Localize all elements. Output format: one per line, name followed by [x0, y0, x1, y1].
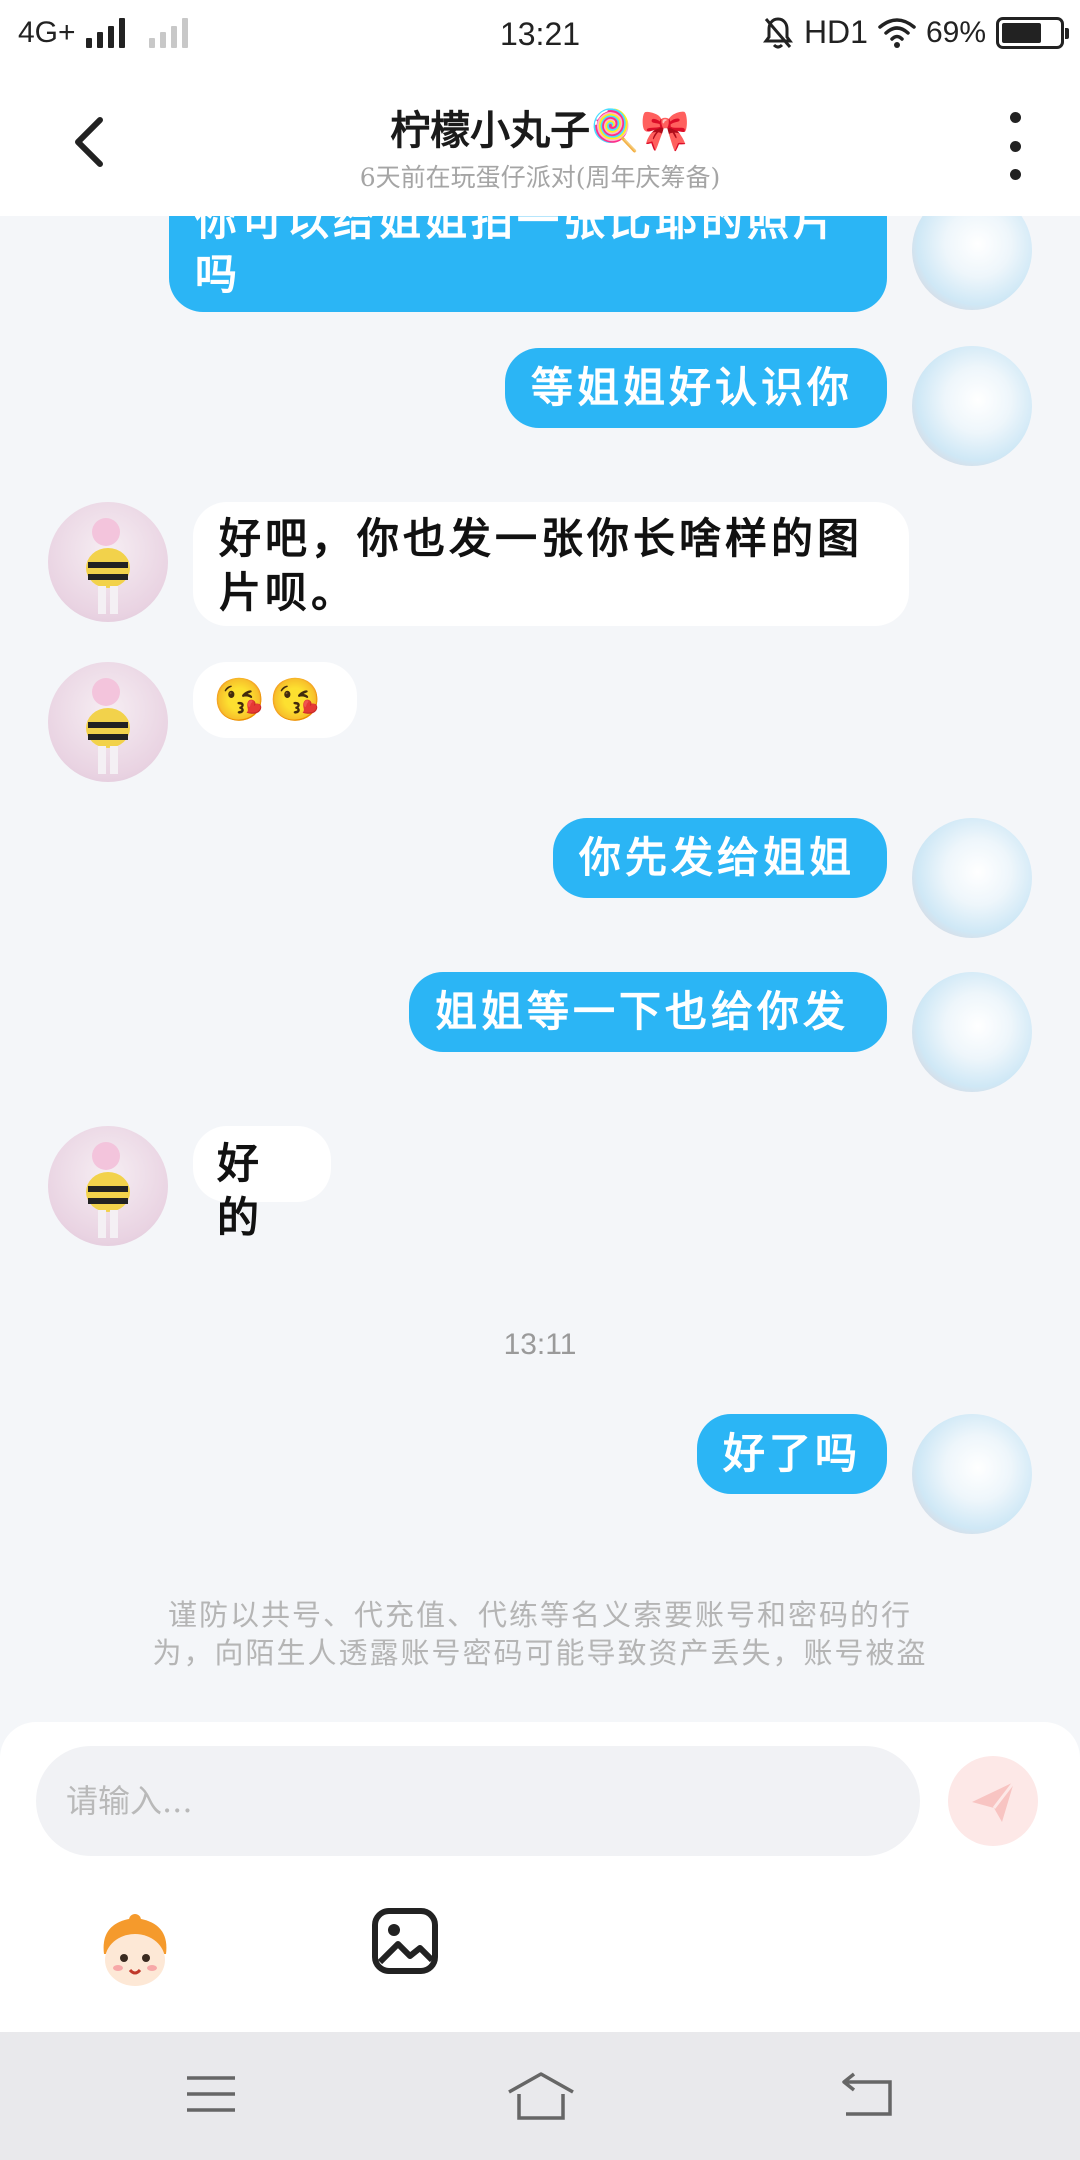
image-icon [372, 1908, 438, 1974]
emoji-button[interactable] [90, 1904, 180, 1994]
contact-name: 柠檬小丸子🍭🎀 [390, 107, 690, 154]
nav-home-button[interactable] [505, 2070, 577, 2122]
title-block: 柠檬小丸子🍭🎀 6天前在玩蛋仔派对(周年庆筹备) [200, 98, 880, 194]
image-button[interactable] [370, 1906, 440, 1976]
nav-menu-button[interactable] [185, 2072, 237, 2116]
menu-icon [187, 2076, 235, 2112]
home-icon [508, 2072, 574, 2120]
message-bubble-outgoing[interactable]: 你先发给姐姐 [553, 818, 887, 898]
my-avatar[interactable] [912, 818, 1032, 938]
more-vertical-icon [1009, 112, 1021, 123]
contact-avatar[interactable] [48, 502, 168, 622]
contact-avatar[interactable] [48, 1126, 168, 1246]
my-avatar[interactable] [912, 1414, 1032, 1534]
message-timestamp: 13:11 [503, 1328, 577, 1361]
contact-avatar[interactable] [48, 662, 168, 782]
hd-indicator: HD1 [803, 14, 868, 50]
my-avatar[interactable] [912, 972, 1032, 1092]
message-bubble-outgoing[interactable]: 姐姐等一下也给你发 [409, 972, 887, 1052]
system-nav-bar [0, 2032, 1080, 2160]
wifi-icon [878, 17, 916, 48]
message-bubble-outgoing[interactable]: 好了吗 [697, 1414, 887, 1494]
avatar-character-image [86, 1142, 130, 1238]
message-bubble-outgoing[interactable]: 你可以给姐姐拍一张比耶的照片 吗 [169, 216, 887, 312]
back-button[interactable] [60, 102, 130, 182]
message-bubble-outgoing[interactable]: 等姐姐好认识你 [505, 348, 887, 428]
mute-bell-icon [762, 16, 793, 48]
security-warning: 谨防以共号、代充值、代练等名义索要账号和密码的行 为，向陌生人透露账号密码可能导… [152, 1598, 928, 1670]
message-input[interactable]: 请输入... [36, 1746, 920, 1856]
send-icon [972, 1781, 1016, 1822]
battery-icon [996, 16, 1069, 49]
composer: 请输入... [0, 1722, 1080, 2032]
my-avatar[interactable] [912, 346, 1032, 466]
message-bubble-incoming[interactable]: 😘😘 [193, 662, 357, 738]
send-button[interactable] [948, 1756, 1038, 1846]
battery-percent: 69% [925, 15, 986, 49]
message-bubble-incoming[interactable]: 好吧，你也发一张你长啥样的图 片呗。 [193, 502, 909, 626]
chat-header: 柠檬小丸子🍭🎀 6天前在玩蛋仔派对(周年庆筹备) [0, 72, 1080, 216]
status-right-group: HD1 69% [762, 14, 1069, 51]
back-arrow-icon [75, 117, 103, 167]
avatar-character-image [86, 518, 130, 614]
message-bubble-incoming[interactable]: 好的 [193, 1126, 331, 1242]
emoji-mascot-icon [103, 1914, 167, 1986]
avatar-character-image [86, 678, 130, 774]
status-bar: 4G+ 13:21 HD1 69% [0, 0, 1080, 72]
my-avatar[interactable] [912, 216, 1032, 310]
back-icon [842, 2072, 892, 2116]
nav-back-button[interactable] [840, 2070, 894, 2118]
message-list[interactable]: 你可以给姐姐拍一张比耶的照片 吗 等姐姐好认识你 好吧，你也发一张你长啥样的图 … [0, 216, 1080, 1728]
more-options-button[interactable] [1000, 112, 1030, 180]
contact-status: 6天前在玩蛋仔派对(周年庆筹备) [359, 163, 721, 192]
